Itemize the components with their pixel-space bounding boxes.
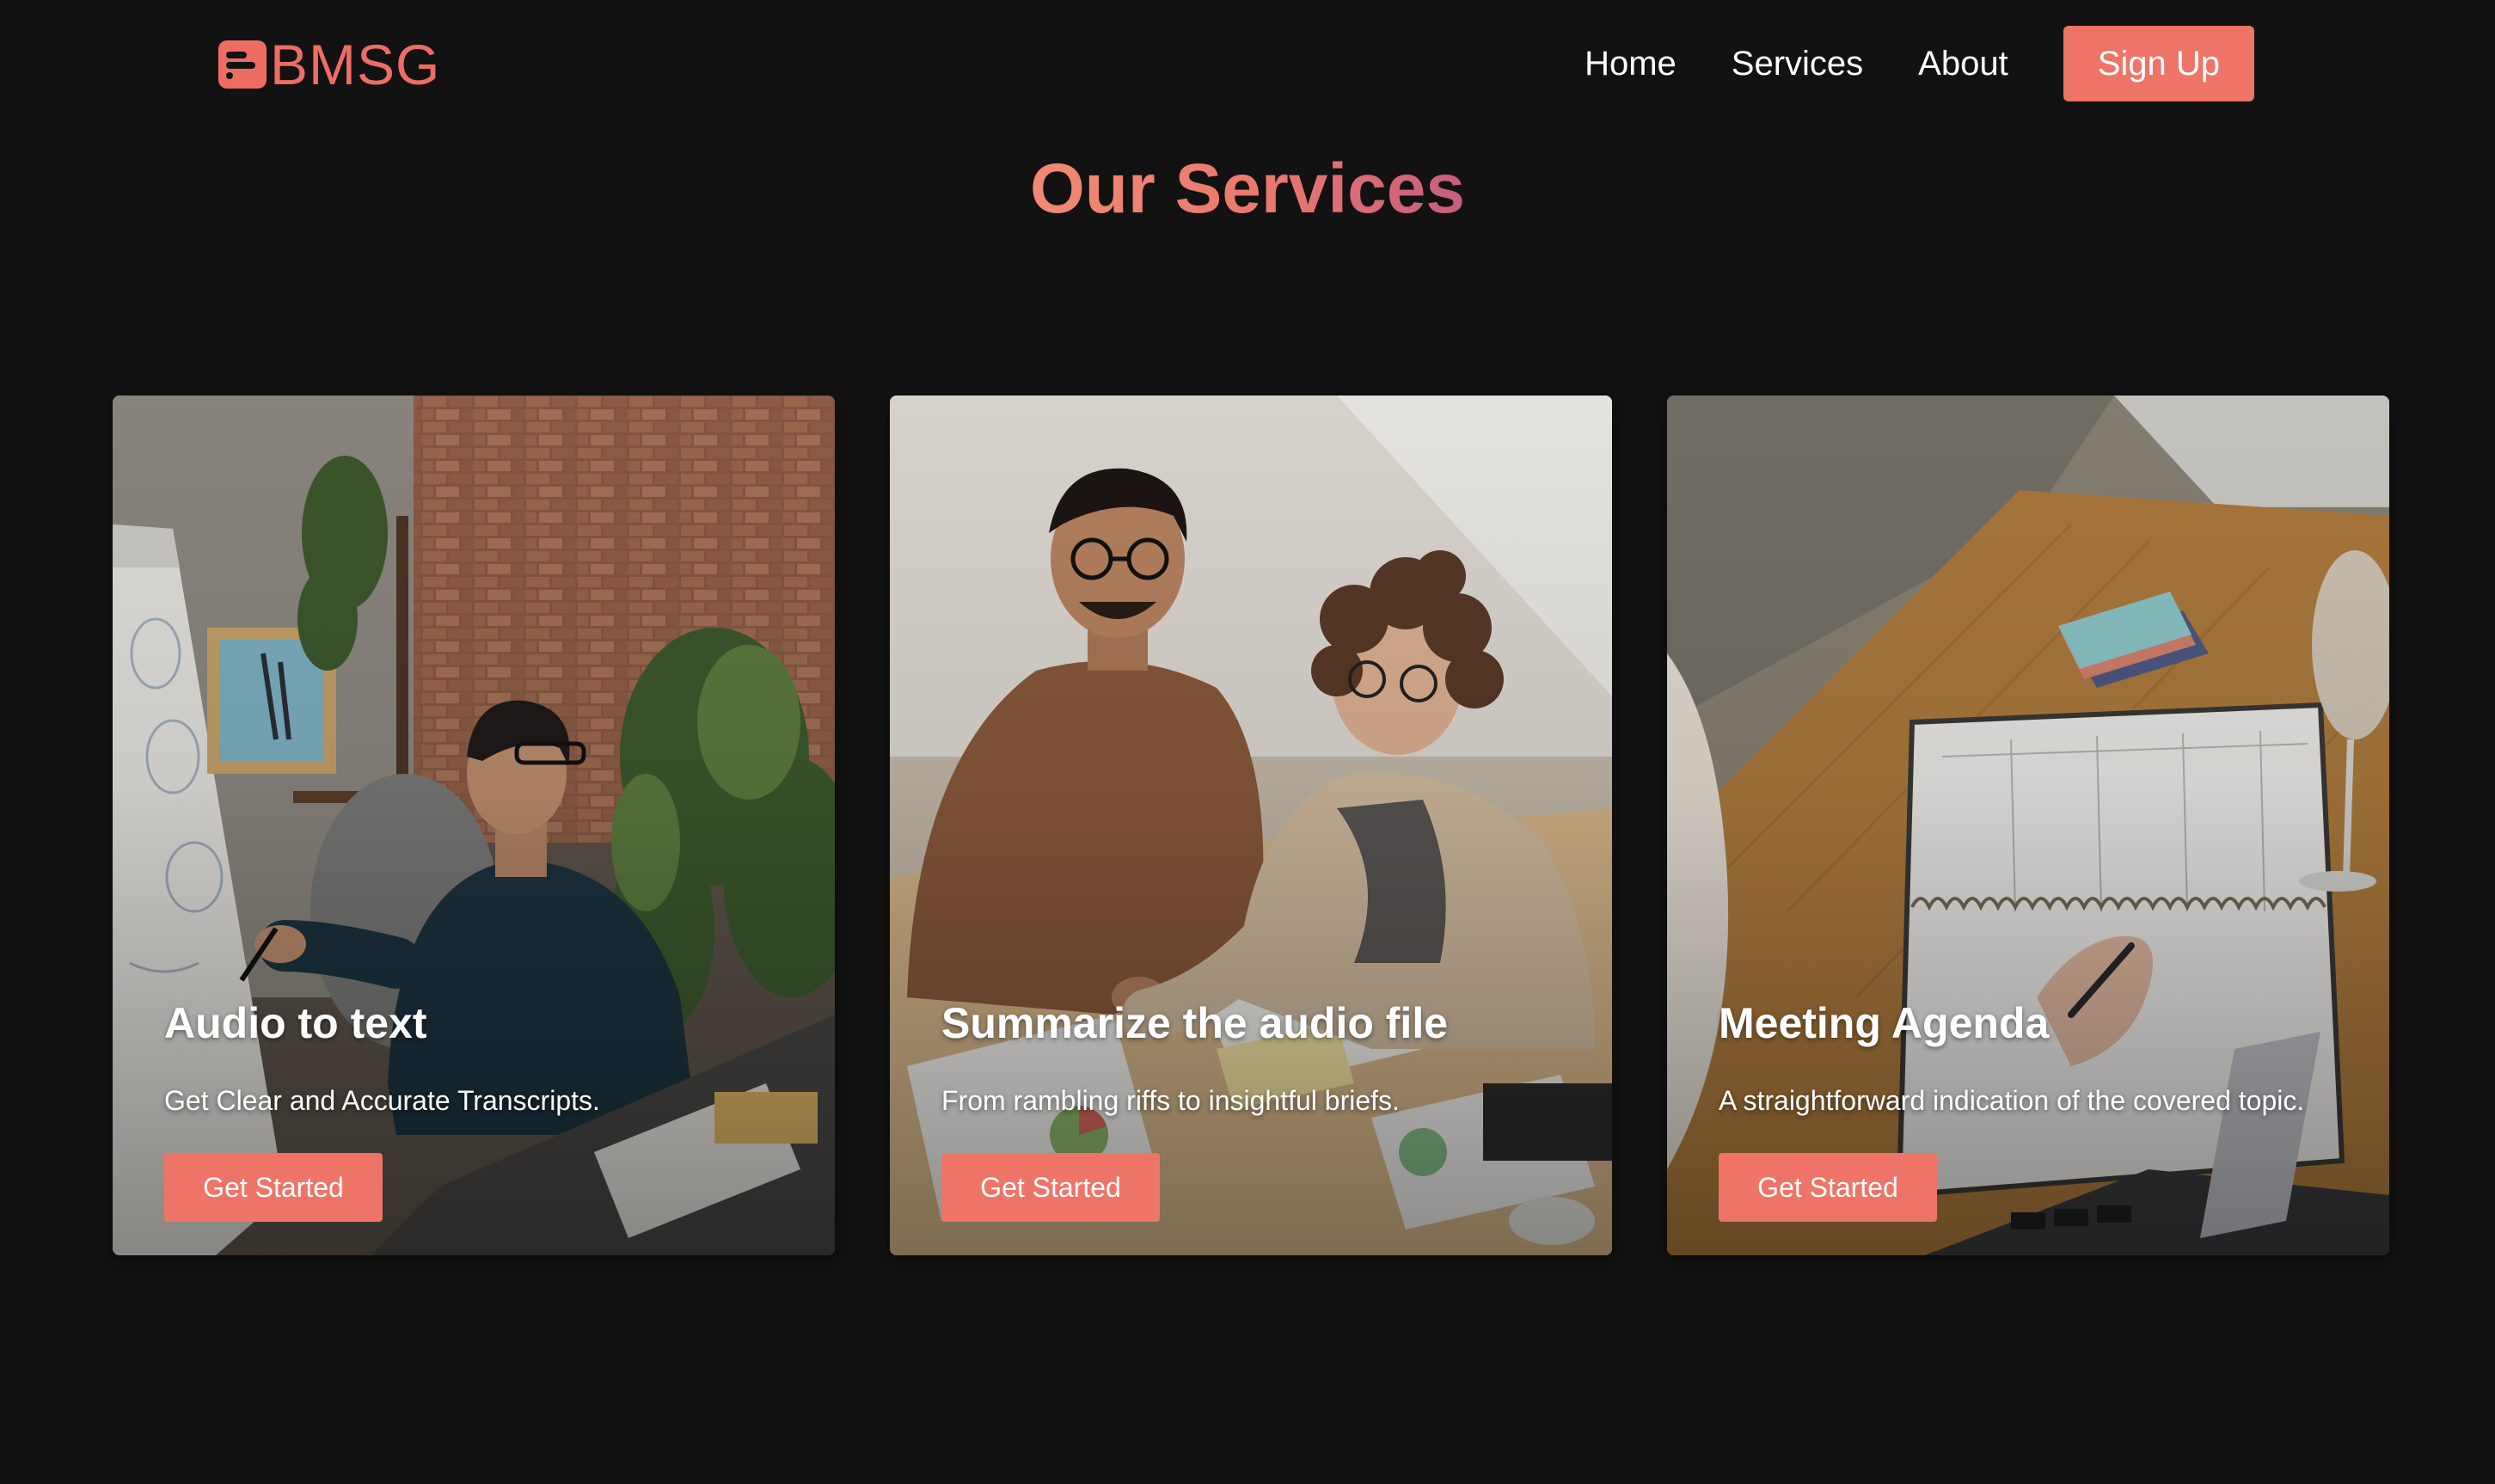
card-description: Get Clear and Accurate Transcripts. (164, 1085, 600, 1116)
card-title: Meeting Agenda (1719, 999, 2050, 1047)
logo-text: BMSG (270, 33, 441, 96)
card-overlay (1667, 396, 2389, 1255)
card-description: A straightforward indication of the cove… (1719, 1085, 2305, 1116)
card-title: Summarize the audio file (941, 999, 1449, 1047)
sign-up-button[interactable]: Sign Up (2063, 26, 2254, 101)
nav-home-link[interactable]: Home (1585, 45, 1677, 83)
page-title: Our Services (0, 148, 2495, 230)
service-card-audio-to-text: Audio to text Get Clear and Accurate Tra… (113, 396, 835, 1255)
get-started-button-meeting-agenda[interactable]: Get Started (1719, 1153, 1937, 1222)
card-description: From rambling riffs to insightful briefs… (941, 1085, 1400, 1116)
get-started-button-summarize[interactable]: Get Started (941, 1153, 1160, 1222)
document-list-icon (218, 40, 267, 89)
service-card-summarize: Summarize the audio file From rambling r… (890, 396, 1612, 1255)
card-overlay (890, 396, 1612, 1255)
main-nav: Home Services About Sign Up (1585, 26, 2254, 101)
nav-services-link[interactable]: Services (1732, 45, 1863, 83)
card-overlay (113, 396, 835, 1255)
card-title: Audio to text (164, 999, 427, 1047)
service-card-meeting-agenda: Meeting Agenda A straightforward indicat… (1667, 396, 2389, 1255)
get-started-button-audio-to-text[interactable]: Get Started (164, 1153, 383, 1222)
page-title-text: Our Services (1030, 150, 1465, 228)
logo[interactable]: BMSG (218, 34, 440, 95)
nav-about-link[interactable]: About (1918, 45, 2008, 83)
page: BMSG Home Services About Sign Up Our Ser… (0, 0, 2495, 1484)
